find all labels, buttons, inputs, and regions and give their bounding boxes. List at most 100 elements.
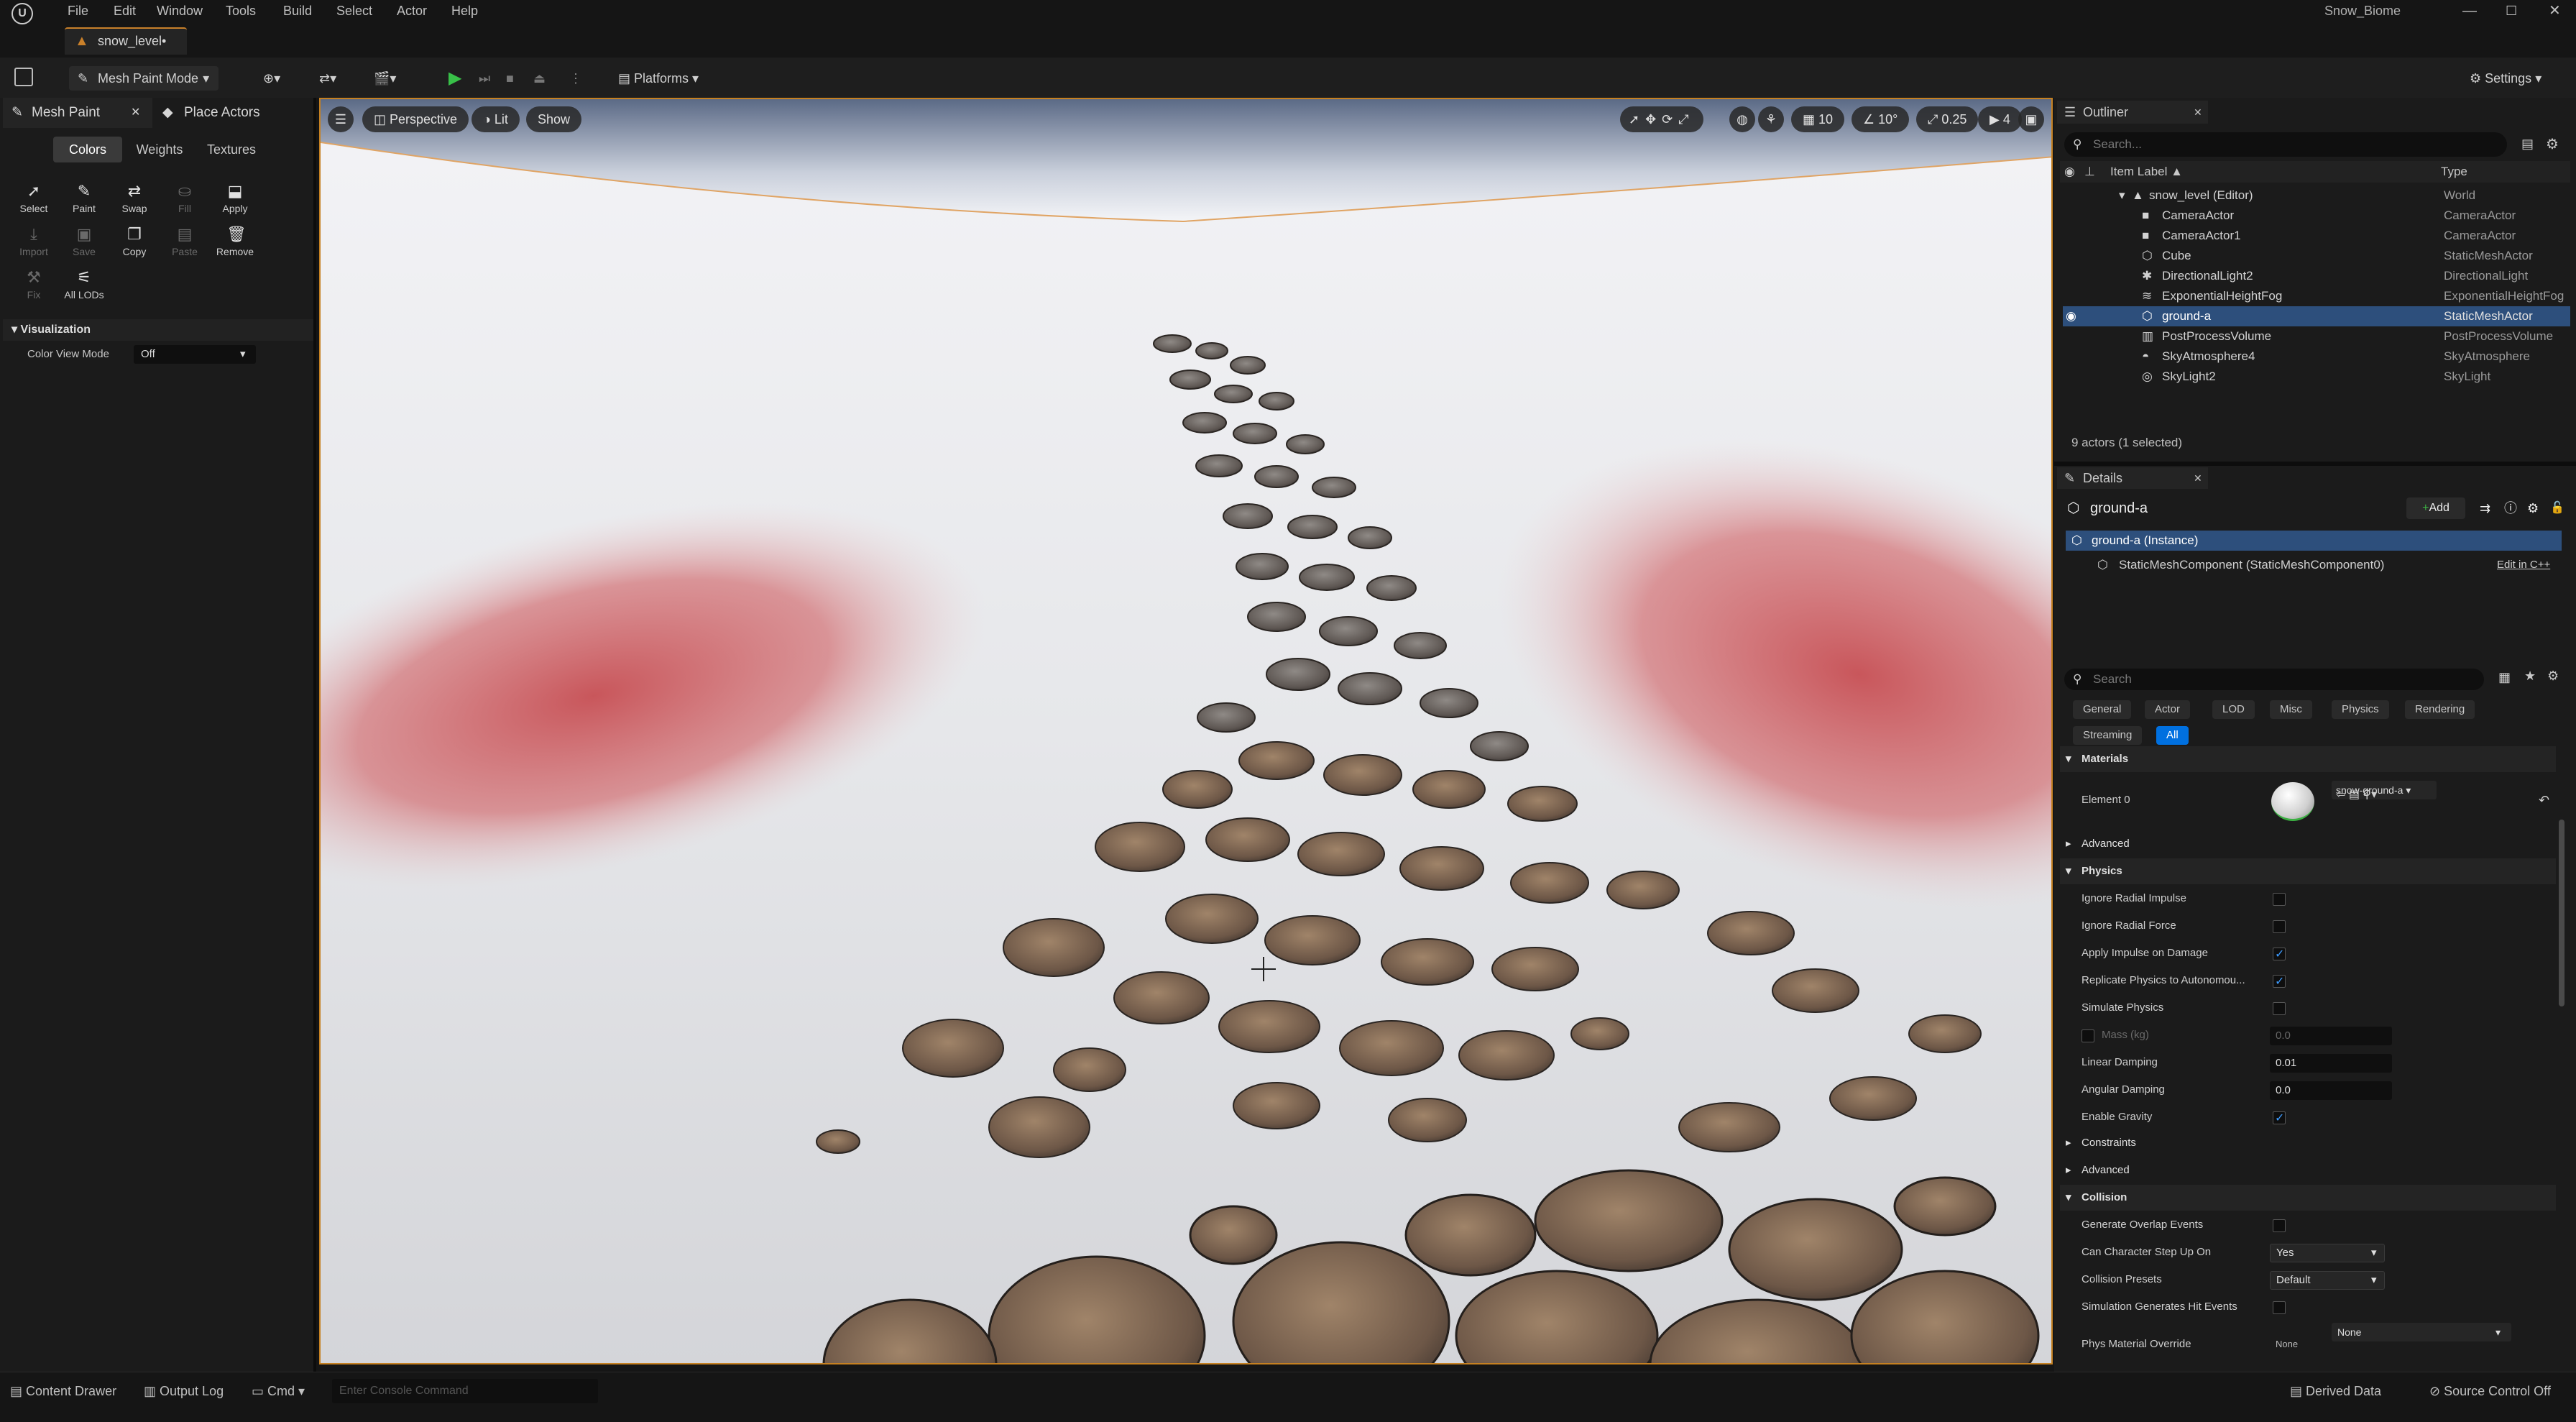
category-misc[interactable]: Misc (2270, 700, 2312, 719)
outliner-row[interactable]: ◎ SkyLight2 SkyLight (2063, 367, 2570, 387)
stop-button[interactable]: ■ (497, 66, 523, 91)
star-icon[interactable]: ★ (2524, 669, 2536, 684)
outliner-row[interactable]: ⬡ Cube StaticMeshActor (2063, 246, 2570, 266)
perspective-button[interactable]: ◫ Perspective (362, 106, 469, 132)
camera-speed-button[interactable]: ▶ 4 (1978, 106, 2022, 132)
weights-mode-button[interactable]: Weights (125, 137, 194, 162)
tab-place-actors[interactable]: ◆ Place Actors (160, 98, 260, 128)
content-drawer-button[interactable]: ▤ Content Drawer (10, 1379, 116, 1403)
table-view-icon[interactable]: ▦ (2498, 670, 2511, 685)
apply-impulse-checkbox[interactable] (2273, 942, 2286, 968)
console-input[interactable]: Enter Console Command (332, 1379, 598, 1403)
pin-icon[interactable]: ⊥ (2084, 161, 2095, 183)
item-label-header[interactable]: Item Label ▲ (2110, 161, 2183, 183)
tool-all-lods[interactable]: ⚟ All LODs (60, 269, 108, 301)
menu-actor[interactable]: Actor (397, 0, 427, 22)
outliner-row[interactable]: ■ CameraActor1 CameraActor (2063, 226, 2570, 246)
color-view-mode-dropdown[interactable]: Off ▾ (134, 345, 256, 364)
overlap-events-checkbox[interactable] (2273, 1219, 2286, 1232)
menu-tools[interactable]: Tools (226, 0, 256, 22)
tool-fill[interactable]: ⛀ Fill (161, 183, 208, 215)
menu-build[interactable]: Build (283, 0, 312, 22)
gear-icon[interactable]: ⚙ (2546, 135, 2559, 153)
category-lod[interactable]: LOD (2212, 700, 2255, 719)
world-local-button[interactable]: ◍ (1729, 106, 1755, 132)
linear-damping-field[interactable]: 0.01 (2270, 1054, 2392, 1073)
eject-button[interactable]: ⏏ (525, 66, 554, 91)
unreal-logo-icon[interactable]: U (12, 3, 33, 24)
colors-mode-button[interactable]: Colors (53, 137, 122, 162)
tool-paint[interactable]: ✎ Paint (60, 183, 108, 215)
collision-section[interactable]: ▾ Collision (2060, 1185, 2556, 1211)
tool-apply[interactable]: ⬓ Apply (211, 183, 259, 215)
surface-snap-button[interactable]: ⚘ (1758, 106, 1784, 132)
actor-name[interactable]: ground-a (2090, 496, 2148, 520)
angular-damping-field[interactable]: 0.0 (2270, 1081, 2392, 1100)
viewport-layout-button[interactable]: ▣ (2018, 106, 2044, 132)
outliner-row[interactable]: ✱ DirectionalLight2 DirectionalLight (2063, 266, 2570, 286)
edit-cpp-link[interactable]: Edit in C++ (2497, 555, 2550, 575)
close-window-icon[interactable]: ✕ (2549, 0, 2561, 22)
enable-gravity-checkbox[interactable] (2273, 1106, 2286, 1132)
details-tab[interactable]: ✎ Details ✕ (2057, 467, 2208, 489)
collision-presets-dropdown[interactable]: Default ▾ (2270, 1271, 2385, 1290)
details-scrollbar[interactable] (2559, 820, 2564, 1006)
cinematics-button[interactable]: 🎬▾ (365, 66, 405, 91)
tool-fix[interactable]: ⚒ Fix (10, 269, 58, 301)
scale-snap-button[interactable]: ⤢ 0.25 (1916, 106, 1979, 132)
advanced-section-materials[interactable]: ▸ Advanced (2060, 831, 2556, 857)
replicate-physics-checkbox[interactable] (2273, 969, 2286, 995)
outliner-row[interactable]: ◓ SkyAtmosphere4 SkyAtmosphere (2063, 347, 2570, 367)
viewport-scene[interactable] (321, 99, 2053, 1364)
output-log-button[interactable]: ▥ Output Log (144, 1379, 224, 1403)
category-actor[interactable]: Actor (2145, 700, 2191, 719)
outliner-tab[interactable]: ☰ Outliner ✕ (2057, 101, 2208, 124)
component-row[interactable]: ⬡ StaticMeshComponent (StaticMeshCompone… (2066, 555, 2562, 575)
blueprint-icon[interactable]: ⇉ (2480, 496, 2490, 520)
play-button[interactable]: ▶ (440, 66, 470, 91)
menu-edit[interactable]: Edit (114, 0, 136, 22)
category-streaming[interactable]: Streaming (2073, 726, 2143, 745)
tool-save[interactable]: ▣ Save (60, 226, 108, 258)
details-search-input[interactable]: ⚲ Search (2064, 669, 2484, 690)
tab-mesh-paint[interactable]: ✎ Mesh Paint ✕ (3, 98, 152, 128)
mode-dropdown[interactable]: ✎ Mesh Paint Mode ▾ (69, 66, 218, 91)
blueprint-button[interactable]: ⇄▾ (310, 66, 345, 91)
category-physics[interactable]: Physics (2332, 700, 2389, 719)
save-icon[interactable] (14, 68, 33, 86)
gear-icon[interactable]: ⚙ (2547, 669, 2559, 684)
settings-button[interactable]: ⚙ Settings ▾ (2461, 66, 2550, 91)
close-tab-icon[interactable]: ✕ (2194, 101, 2202, 124)
mass-field[interactable]: 0.0 (2270, 1027, 2392, 1045)
tool-select[interactable]: ➚ Select (10, 183, 58, 215)
viewport-options-button[interactable]: ☰ (328, 106, 354, 132)
tool-remove[interactable]: 🗑 Remove (211, 226, 259, 258)
outliner-row[interactable]: ▥ PostProcessVolume PostProcessVolume (2063, 326, 2570, 347)
level-viewport[interactable]: ☰ ◫ Perspective ◑ Lit Show ➚✥⟳⤢ ◍ ⚘ ▦ 10… (319, 98, 2053, 1364)
advanced-section-physics[interactable]: ▸ Advanced (2060, 1157, 2556, 1183)
outliner-row-selected[interactable]: ◉ ⬡ ground-a StaticMeshActor (2063, 306, 2570, 326)
rotation-snap-button[interactable]: ∠ 10° (1852, 106, 1910, 132)
transform-tools[interactable]: ➚✥⟳⤢ (1620, 106, 1703, 132)
material-none-thumbnail[interactable]: None (2276, 1326, 2298, 1363)
materials-section[interactable]: ▾ Materials (2060, 746, 2556, 772)
outliner-row[interactable]: ▾ ▲ snow_level (Editor) World (2063, 185, 2570, 206)
outliner-search-input[interactable]: ⚲ Search... (2064, 132, 2507, 157)
tool-import[interactable]: ⤓ Import (10, 226, 58, 258)
eye-icon[interactable]: ◉ (2066, 306, 2076, 326)
minimize-icon[interactable]: — (2462, 0, 2477, 22)
hit-events-checkbox[interactable] (2273, 1301, 2286, 1314)
constraints-section[interactable]: ▸ Constraints (2060, 1130, 2556, 1156)
ignore-radial-force-checkbox[interactable] (2273, 920, 2286, 933)
add-actor-button[interactable]: ⊕▾ (254, 66, 289, 91)
textures-mode-button[interactable]: Textures (197, 137, 266, 162)
add-component-button[interactable]: +Add (2406, 497, 2465, 519)
cmd-dropdown[interactable]: ▭ Cmd ▾ (252, 1379, 305, 1403)
lit-button[interactable]: ◑ Lit (472, 106, 520, 132)
eye-icon[interactable]: ◉ (2064, 161, 2075, 183)
lock-icon[interactable]: 🔓 (2550, 496, 2564, 520)
source-control-button[interactable]: ⊘ Source Control Off (2429, 1379, 2551, 1403)
category-general[interactable]: General (2073, 700, 2132, 719)
reset-icon[interactable]: ↶ (2539, 776, 2549, 824)
help-icon[interactable]: ⓘ (2504, 496, 2517, 520)
